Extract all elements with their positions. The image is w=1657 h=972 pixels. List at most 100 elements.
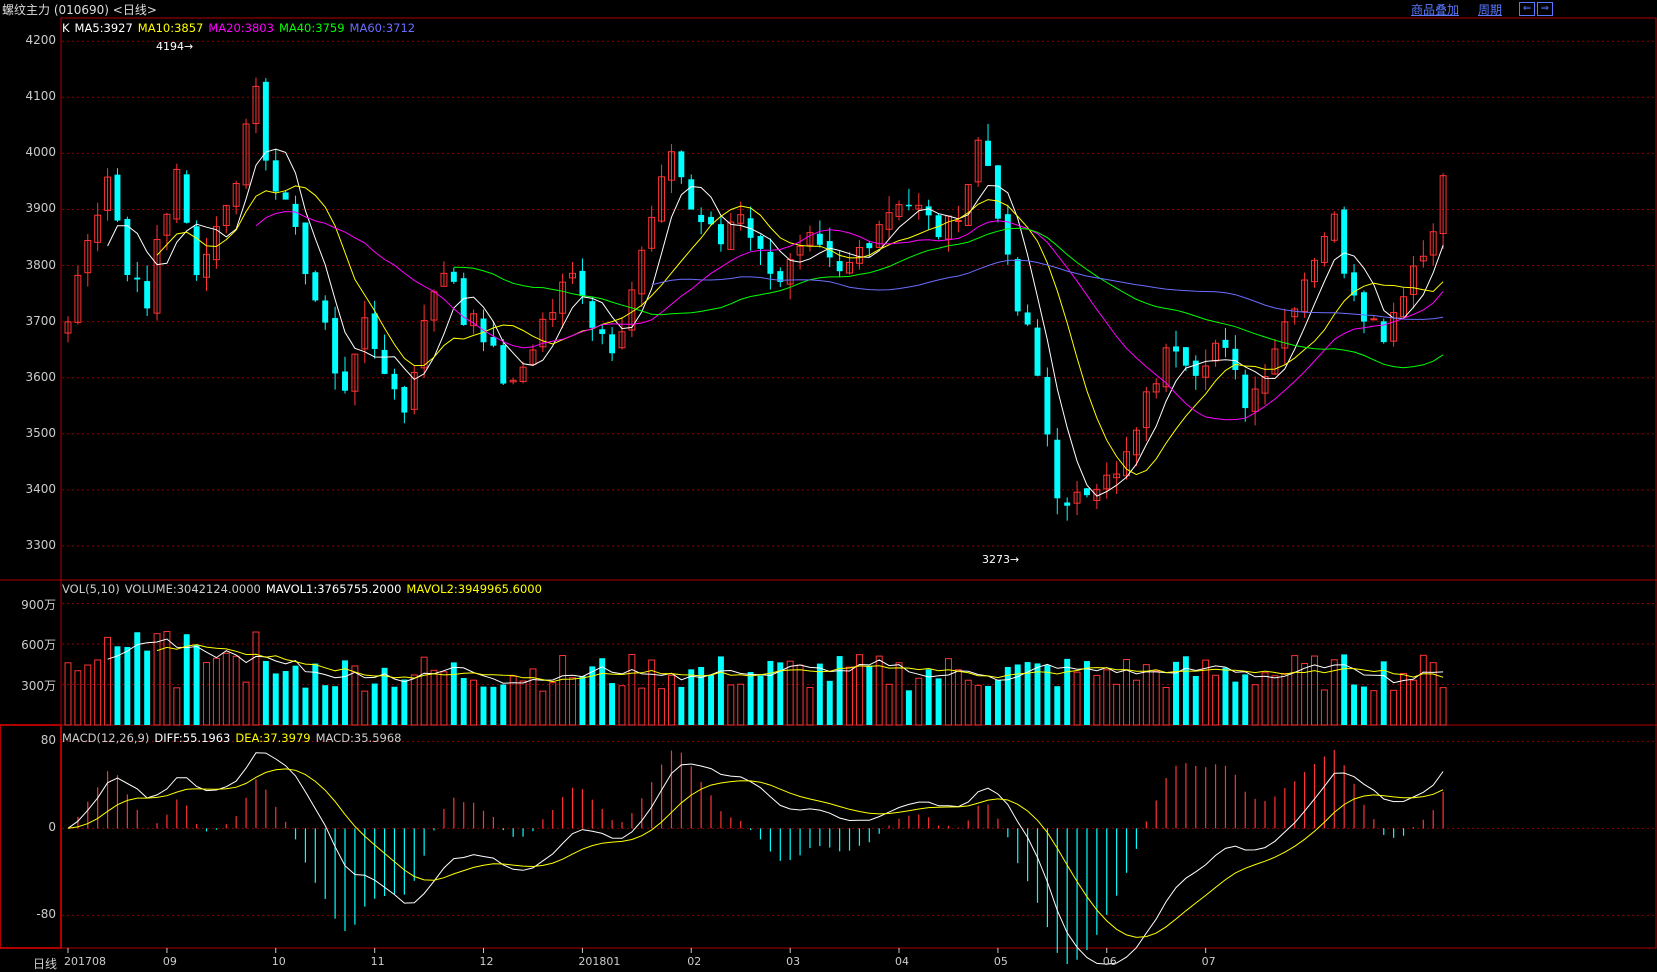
volume-bar-up [1152, 670, 1160, 726]
candle-down [302, 222, 309, 275]
volume-bar-up [84, 664, 92, 726]
volume-bar-down [836, 656, 843, 725]
volume-bar-up [212, 657, 220, 726]
mavol2-line [156, 644, 1444, 683]
candle-down [183, 174, 190, 223]
volume-bar-down [1044, 665, 1051, 725]
price_panel-legend-item: MA40:3759 [278, 21, 345, 35]
volume-bar-down [342, 660, 348, 725]
candle-down [381, 349, 388, 374]
volume-bar-up [648, 659, 656, 726]
candle-down [262, 81, 269, 161]
volume-bar-up [173, 687, 181, 726]
price_panel-legend-item: K [62, 21, 70, 35]
candle-down [391, 373, 398, 390]
kline-chart[interactable] [0, 0, 1657, 971]
period-label: 日线 [33, 957, 58, 971]
volume-bar-down [391, 686, 398, 725]
volume-bar-down [609, 683, 616, 725]
x-tick-label: 201708 [64, 955, 106, 968]
volume-bar-up [549, 682, 557, 726]
candle-down [282, 192, 289, 200]
plot-frame [60, 17, 1657, 949]
volume-bar-down [925, 669, 932, 725]
volume-bar-up [1370, 690, 1378, 726]
price-tick-label: 3800 [25, 257, 56, 272]
volume-bar-up [64, 662, 72, 726]
volume-bar-up [104, 636, 112, 726]
x-tick-label: 02 [687, 955, 702, 968]
x-tick-label: 12 [479, 955, 494, 968]
volume-bar-up [628, 653, 636, 726]
volume-bar-up [94, 659, 102, 726]
volume-bar-up [1113, 683, 1121, 726]
candle-down [688, 179, 695, 210]
price_panel-legend-item: MA5:3927 [74, 21, 133, 35]
volume-bar-down [1232, 681, 1239, 725]
candle-down [401, 386, 408, 413]
candle-down [1044, 376, 1051, 435]
volume-bar-down [1360, 686, 1367, 725]
volume-bar-up [1291, 655, 1299, 726]
volume-bar-down [579, 675, 586, 725]
candle-down [114, 174, 121, 221]
candle-down [866, 243, 873, 249]
volume-bar-up [895, 662, 903, 726]
volume-bar-down [866, 665, 873, 725]
candle-down [1054, 439, 1061, 499]
volume-bar-down [371, 683, 378, 725]
volume_panel-legend-item: MAVOL2:3949965.6000 [406, 582, 542, 596]
volume-bar-down [688, 669, 695, 725]
diff-line [67, 752, 1444, 965]
candle-down [193, 226, 200, 276]
volume-bar-up [1281, 672, 1289, 726]
volume-bar-down [114, 646, 121, 725]
candle-down [1360, 292, 1367, 322]
volume-bar-down [450, 662, 457, 725]
volume-bar-up [1212, 674, 1220, 726]
volume-bar-up [351, 665, 359, 726]
dea-line [67, 768, 1444, 938]
volume-bar-down [1222, 667, 1229, 725]
volume-bar-down [302, 687, 309, 725]
volume-bar-down [1192, 675, 1199, 725]
volume-bar-down [1054, 686, 1061, 725]
volume-bar-down [1351, 684, 1358, 725]
volume-bar-down [193, 645, 200, 725]
volume-bar-up [420, 656, 428, 726]
high-marker: 4194→ [156, 40, 194, 53]
volume-bar-up [252, 631, 260, 726]
volume-bar-down [1182, 656, 1189, 725]
volume-bar-up [727, 684, 735, 726]
volume-bar-up [667, 674, 675, 726]
candle-down [332, 318, 339, 374]
price-tick-label: 3900 [25, 201, 56, 216]
volume-bar-up [222, 652, 230, 726]
volume-bar-up [855, 654, 863, 726]
volume-bar-up [1419, 654, 1427, 726]
candle-down [1173, 346, 1179, 352]
candle-down [371, 313, 378, 349]
price-tick-label: 4000 [25, 145, 56, 160]
volume-bar-down [460, 677, 467, 725]
volume-bar-up [944, 658, 952, 726]
candle-down [272, 160, 279, 192]
volume-bar-down [262, 660, 269, 725]
volume-bar-down [401, 679, 408, 725]
candle-down [985, 140, 992, 166]
volume-bar-up [232, 655, 240, 726]
candle-down [579, 270, 586, 297]
low-marker: 3273→ [982, 553, 1020, 566]
candle-down [322, 300, 329, 323]
volume-bar-up [638, 687, 646, 726]
volume-bar-up [1132, 679, 1140, 726]
volume-bar-down [272, 673, 279, 725]
x-tick-label: 11 [370, 955, 385, 968]
candle-down [905, 204, 912, 207]
candle-down [1034, 327, 1041, 376]
price_panel-legend-item: MA20:3803 [208, 21, 274, 35]
volume-bar-down [500, 684, 507, 725]
candle-down [1014, 258, 1021, 312]
volume-bar-down [747, 671, 754, 725]
volume-bar-down [757, 675, 764, 725]
